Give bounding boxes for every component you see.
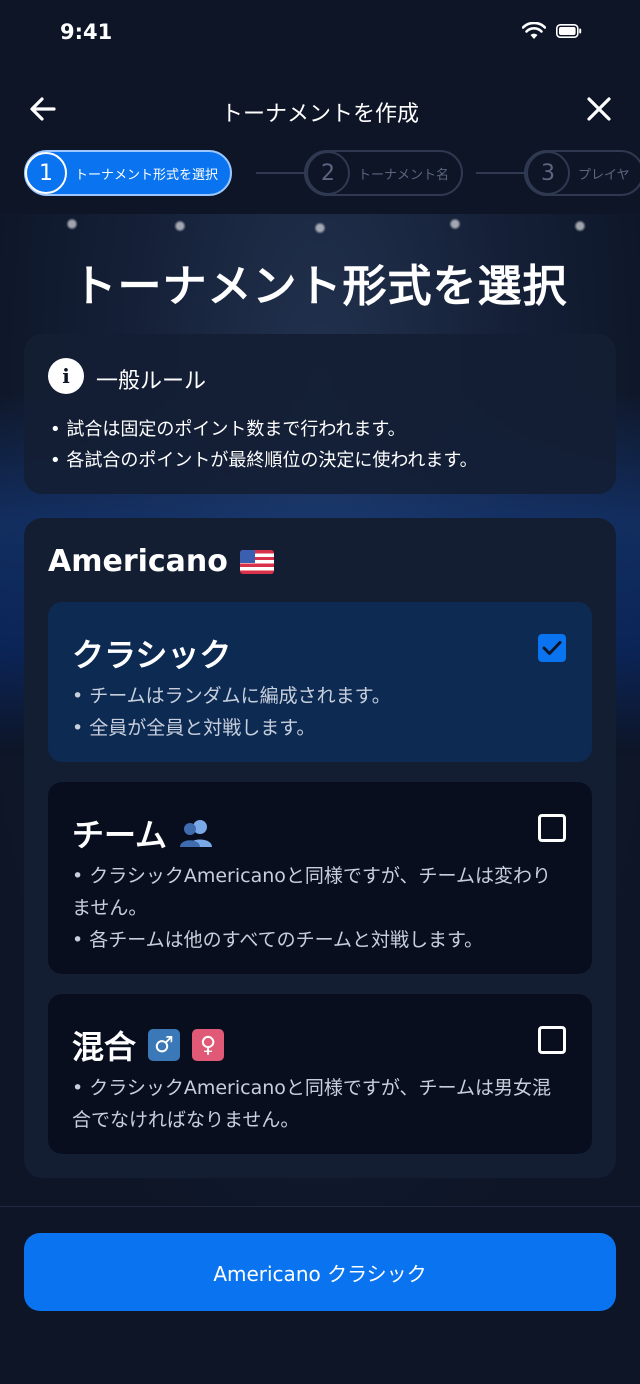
option-name: クラシック: [72, 630, 231, 676]
rules-title: 一般ルール: [96, 369, 207, 394]
page-title: トーナメント形式を選択: [72, 261, 568, 312]
checkbox-unchecked[interactable]: [538, 814, 566, 842]
option-mixed[interactable]: 混合 ♂ ♀ • クラシックAmericanoと同様ですが、チームは男女混合でな…: [48, 994, 592, 1154]
close-icon[interactable]: [582, 92, 616, 126]
footer: Americano クラシック: [0, 1206, 640, 1384]
option-line: • 各チームは他のすべてのチームと対戦します。: [72, 929, 484, 951]
option-description: • チームはランダムに編成されます。 • 全員が全員と対戦します。: [72, 680, 568, 744]
option-name-text: 混合: [72, 1028, 137, 1066]
step-label: トーナメント形式を選択: [75, 167, 219, 183]
option-name-text: チーム: [72, 816, 168, 854]
option-classic[interactable]: クラシック • チームはランダムに編成されます。 • 全員が全員と対戦します。: [48, 602, 592, 762]
stepper: 1 トーナメント形式を選択 2 トーナメント名 3 プレイヤ: [0, 150, 640, 214]
step-connector: [476, 172, 526, 174]
info-icon: i: [48, 358, 84, 394]
format-title: Americano: [48, 544, 274, 579]
rules-list: • 試合は固定のポイント数まで行われます。 • 各試合のポイントが最終順位の決定…: [50, 414, 596, 476]
option-line: • クラシックAmericanoと同様ですが、チームは男女混合でなければなりませ…: [72, 1077, 551, 1131]
americano-format-card: Americano クラシック • チームはランダムに編成されます。 • 全員が…: [24, 518, 616, 1178]
male-sign-icon: ♂: [148, 1029, 181, 1061]
checkbox-unchecked[interactable]: [538, 1026, 566, 1054]
rule-item: • 試合は固定のポイント数まで行われます。: [50, 419, 406, 440]
status-bar: 9:41: [0, 0, 640, 68]
female-sign-icon: ♀: [192, 1029, 225, 1061]
step-label: プレイヤ: [578, 167, 630, 183]
option-name: 混合 ♂ ♀: [72, 1022, 225, 1068]
nav-bar: トーナメントを作成: [0, 68, 640, 152]
checkbox-checked[interactable]: [538, 634, 566, 662]
option-name-text: クラシック: [72, 636, 232, 674]
option-team[interactable]: チーム • クラシックAmericanoと同様ですが、チームは変わりません。 •…: [48, 782, 592, 974]
general-rules-card: i 一般ルール • 試合は固定のポイント数まで行われます。 • 各試合のポイント…: [24, 334, 616, 494]
battery-icon: [556, 24, 582, 38]
option-description: • クラシックAmericanoと同様ですが、チームは男女混合でなければなりませ…: [72, 1072, 568, 1136]
step-number: 1: [25, 152, 67, 194]
wifi-icon: [522, 22, 546, 39]
us-flag-icon: [239, 549, 274, 574]
step-number: 2: [306, 151, 350, 195]
team-people-icon: [180, 820, 213, 847]
step-1[interactable]: 1 トーナメント形式を選択: [24, 150, 233, 196]
step-2[interactable]: 2 トーナメント名: [304, 150, 464, 196]
option-line: • 全員が全員と対戦します。: [72, 717, 316, 739]
nav-title: トーナメントを作成: [220, 102, 419, 127]
confirm-format-button[interactable]: Americano クラシック: [24, 1233, 616, 1311]
format-title-text: Americano: [48, 544, 228, 579]
status-time: 9:41: [60, 20, 113, 44]
rule-item: • 各試合のポイントが最終順位の決定に使われます。: [50, 450, 478, 471]
checkmark-icon: [542, 641, 562, 655]
option-name: チーム: [72, 810, 213, 856]
option-line: • チームはランダムに編成されます。: [72, 685, 391, 707]
status-icons: [522, 22, 582, 40]
step-label: トーナメント名: [358, 167, 450, 183]
step-connector: [256, 172, 306, 174]
option-line: • クラシックAmericanoと同様ですが、チームは変わりません。: [72, 865, 551, 919]
step-3[interactable]: 3 プレイヤ: [524, 150, 640, 196]
step-number: 3: [526, 151, 570, 195]
option-description: • クラシックAmericanoと同様ですが、チームは変わりません。 • 各チー…: [72, 860, 568, 956]
